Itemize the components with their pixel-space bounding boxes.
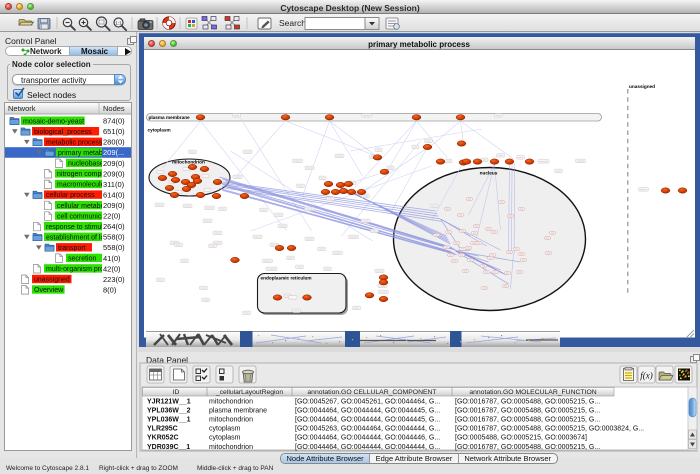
svg-text:cytoplasm: cytoplasm bbox=[147, 128, 170, 133]
svg-text:macromolecule: macromolecule bbox=[57, 182, 105, 189]
svg-text:mitochondrion: mitochondrion bbox=[172, 160, 205, 165]
svg-text:transport: transport bbox=[58, 245, 86, 252]
svg-text:plasma membrane: plasma membrane bbox=[209, 408, 267, 415]
svg-text:metabolic process: metabolic process bbox=[46, 140, 103, 147]
svg-text:[GO:0045267, GO:0045261, GO:00: [GO:0045267, GO:0045261, GO:0044464, G..… bbox=[295, 399, 440, 406]
svg-text:f(x): f(x) bbox=[640, 371, 653, 381]
svg-text:[GO:0016787, GO:0005488, GO:00: [GO:0016787, GO:0005488, GO:0005215, G..… bbox=[455, 408, 600, 415]
svg-text:209(0): 209(0) bbox=[103, 169, 125, 178]
svg-text:plasma membrane: plasma membrane bbox=[148, 115, 190, 120]
svg-text:primary metabo: primary metabo bbox=[58, 150, 107, 157]
svg-text:YPL036W__1: YPL036W__1 bbox=[147, 417, 191, 424]
svg-text:558(0): 558(0) bbox=[103, 243, 125, 252]
svg-text:1:1: 1:1 bbox=[115, 20, 122, 25]
svg-text:YPL036W__2: YPL036W__2 bbox=[147, 408, 191, 415]
svg-text:unassigned: unassigned bbox=[34, 277, 70, 284]
svg-text:cytoplasm: cytoplasm bbox=[209, 426, 241, 433]
svg-text:mitochondrion: mitochondrion bbox=[209, 399, 253, 406]
svg-text:223(0): 223(0) bbox=[103, 275, 125, 284]
svg-text:endoplasmic reticulum: endoplasmic reticulum bbox=[260, 276, 311, 281]
svg-text:209(0): 209(0) bbox=[103, 159, 125, 168]
svg-text:8(0): 8(0) bbox=[103, 285, 117, 294]
svg-text:biological_process: biological_process bbox=[34, 129, 92, 136]
svg-text:YJR121W__1: YJR121W__1 bbox=[147, 399, 191, 406]
svg-text:response to stimulu: response to stimulu bbox=[46, 224, 107, 231]
svg-text:[GO:0044464, GO:0044444, GO:00: [GO:0044464, GO:0044444, GO:0044445, G..… bbox=[295, 408, 440, 415]
svg-text:[GO:0044464, GO:0044444, GO:00: [GO:0044464, GO:0044444, GO:0044445, G..… bbox=[295, 417, 440, 424]
svg-text:264(0): 264(0) bbox=[103, 222, 125, 231]
svg-text:YDR039C__1: YDR039C__1 bbox=[147, 444, 190, 451]
svg-text:nucleus: nucleus bbox=[479, 171, 497, 176]
svg-text:mosaic-demo-yeast: mosaic-demo-yeast bbox=[23, 118, 84, 125]
svg-text:[GO:0016787, GO:0005488, GO:00: [GO:0016787, GO:0005488, GO:0005215, G..… bbox=[455, 399, 600, 406]
svg-text:[GO:0045263, GO:0044464, GO:00: [GO:0045263, GO:0044464, GO:0044444, G..… bbox=[295, 426, 440, 433]
svg-text:YKR052C: YKR052C bbox=[147, 435, 179, 442]
svg-text:_cellularLayoutRegion: _cellularLayoutRegion bbox=[215, 389, 283, 396]
svg-text:annotation.GO MOLECULAR_FUNCTI: annotation.GO MOLECULAR_FUNCTION bbox=[469, 389, 596, 396]
svg-text:41(0): 41(0) bbox=[103, 254, 121, 263]
svg-text:[GO:0044464, GO:0044444, GO:00: [GO:0044464, GO:0044444, GO:0044446, G..… bbox=[295, 435, 440, 442]
svg-text:614(0): 614(0) bbox=[103, 191, 125, 200]
svg-text:22(0): 22(0) bbox=[103, 212, 121, 221]
svg-text:209(...: 209(... bbox=[103, 148, 124, 157]
svg-text:unassigned: unassigned bbox=[629, 84, 655, 89]
svg-text:[GO:0016787, GO:0005488, GO:00: [GO:0016787, GO:0005488, GO:0005215, GO:… bbox=[455, 426, 644, 433]
svg-text:311(0): 311(0) bbox=[103, 180, 125, 189]
svg-text:558(0): 558(0) bbox=[103, 233, 125, 242]
svg-text:651(0): 651(0) bbox=[103, 127, 125, 136]
svg-text:[GO:0005488, GO:0005215, GO:00: [GO:0005488, GO:0005215, GO:0003674] bbox=[455, 435, 587, 442]
svg-text:nitrogen compo: nitrogen compo bbox=[57, 171, 105, 178]
svg-text:Overview: Overview bbox=[34, 287, 64, 294]
svg-text:mitochondrion: mitochondrion bbox=[209, 417, 253, 424]
svg-text:209(0): 209(0) bbox=[103, 201, 125, 210]
svg-text:multi-organism pro: multi-organism pro bbox=[46, 266, 104, 273]
svg-text:cellular metabol: cellular metabol bbox=[57, 203, 106, 210]
svg-text:secretion: secretion bbox=[68, 256, 97, 263]
svg-text:280(0): 280(0) bbox=[103, 138, 125, 147]
svg-text:cytoplasm: cytoplasm bbox=[209, 435, 241, 442]
svg-text:mitochondrion: mitochondrion bbox=[209, 444, 253, 451]
svg-text:establishment of lo: establishment of lo bbox=[46, 234, 104, 241]
svg-text:Network: Network bbox=[8, 104, 36, 113]
svg-text:cellular process: cellular process bbox=[46, 192, 95, 199]
svg-text:874(0): 874(0) bbox=[103, 117, 125, 126]
svg-text:42(0): 42(0) bbox=[103, 264, 121, 273]
svg-text:Nodes: Nodes bbox=[103, 104, 125, 113]
svg-text:annotation.GO CELLULAR_COMPONE: annotation.GO CELLULAR_COMPONENT bbox=[307, 389, 436, 396]
svg-text:ID: ID bbox=[173, 389, 180, 396]
svg-text:YLR295C: YLR295C bbox=[147, 426, 178, 433]
svg-text:[GO:0044464, GO:0044444, GO:00: [GO:0044464, GO:0044444, GO:0044444, G..… bbox=[295, 444, 440, 451]
svg-text:cell communicati: cell communicati bbox=[57, 213, 109, 220]
svg-text:Search:: Search: bbox=[279, 18, 308, 28]
svg-text:[GO:0016787, GO:0005488, GO:00: [GO:0016787, GO:0005488, GO:0005215, G..… bbox=[455, 444, 600, 451]
svg-text:[GO:0016787, GO:0005488, GO:00: [GO:0016787, GO:0005488, GO:0005215, G..… bbox=[455, 417, 600, 424]
